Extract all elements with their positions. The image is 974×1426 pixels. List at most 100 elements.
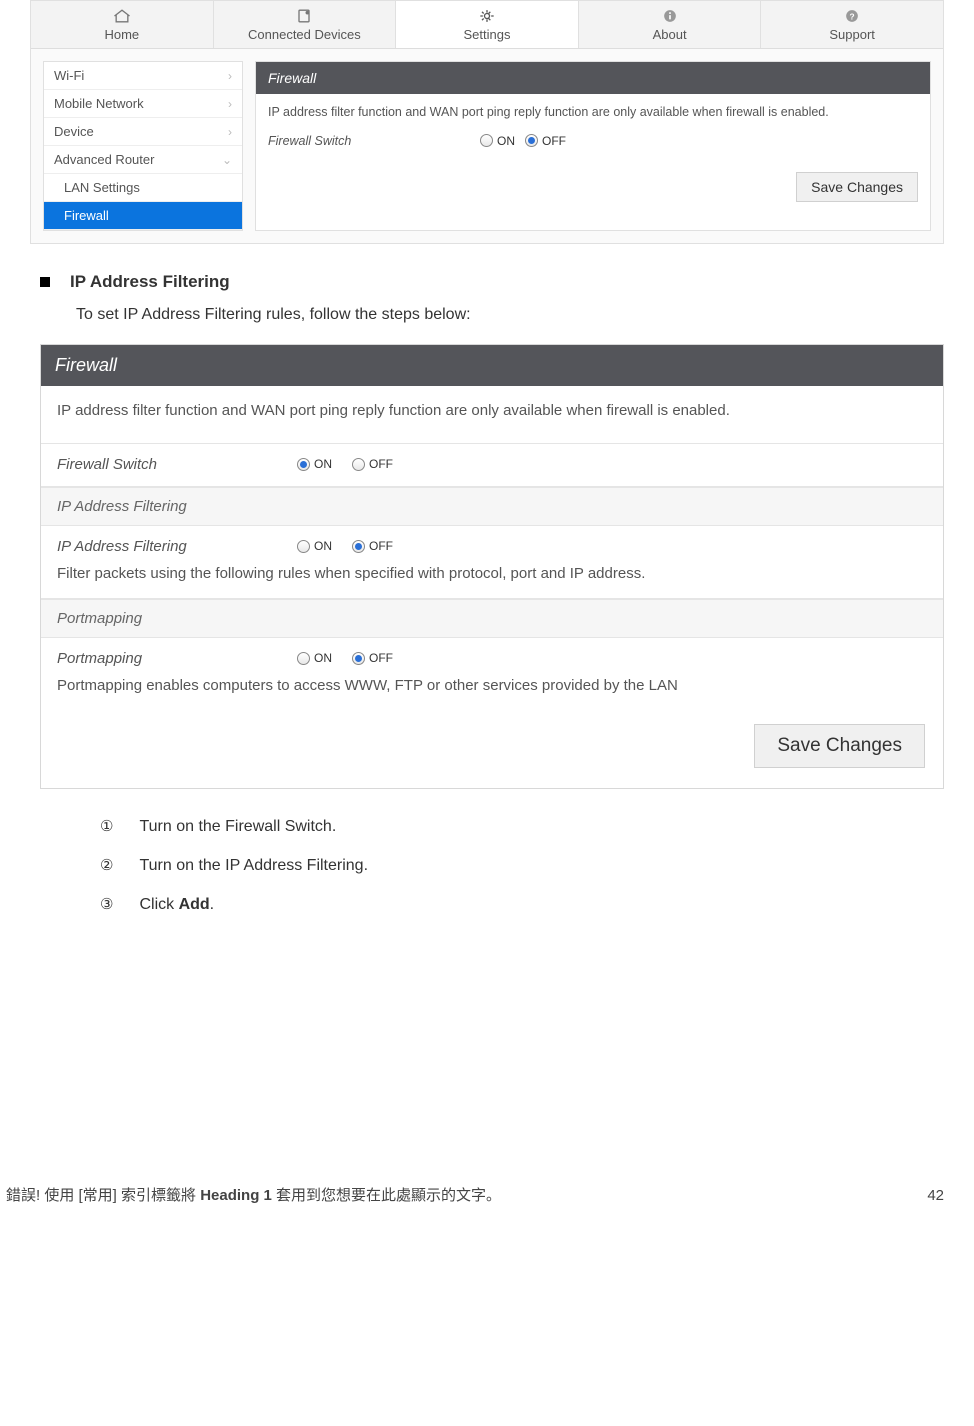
sidebar-label: Wi-Fi <box>54 68 84 83</box>
ip-filtering-off[interactable]: OFF <box>352 539 393 553</box>
footer-heading1-text: Heading 1 <box>200 1187 272 1204</box>
firewall-switch-label: Firewall Switch <box>268 134 468 148</box>
chevron-right-icon: › <box>228 97 232 111</box>
step-text: Turn on the IP Address Filtering. <box>139 857 368 875</box>
step-3: ③ Click Add. <box>100 895 944 914</box>
tab-label: Settings <box>463 27 510 42</box>
tab-about[interactable]: About <box>579 1 762 48</box>
tab-support[interactable]: ? Support <box>761 1 943 48</box>
radio-icon <box>297 652 310 665</box>
info-icon <box>579 7 761 25</box>
sidebar-item-advanced-router[interactable]: Advanced Router ⌄ <box>44 146 242 174</box>
top-tabs: Home Connected Devices Settings About ? … <box>31 1 943 49</box>
sidebar-label: LAN Settings <box>64 180 140 195</box>
radio-label: OFF <box>369 539 393 553</box>
ip-filtering-on[interactable]: ON <box>297 539 332 553</box>
radio-icon <box>297 540 310 553</box>
sidebar-item-firewall[interactable]: Firewall <box>44 202 242 230</box>
router-body: Wi-Fi › Mobile Network › Device › Advanc… <box>31 49 943 243</box>
step-text-bold: Add <box>179 896 210 913</box>
radio-icon <box>297 458 310 471</box>
radio-label: ON <box>314 539 332 553</box>
section-heading-row: IP Address Filtering <box>40 272 944 292</box>
radio-icon <box>525 134 538 147</box>
radio-label: ON <box>314 651 332 665</box>
gear-icon <box>396 7 578 25</box>
panel-top-section: IP address filter function and WAN port … <box>41 386 943 444</box>
page-footer: 錯誤! 使用 [常用] 索引標籤將 Heading 1 套用到您想要在此處顯示的… <box>0 1184 974 1215</box>
sidebar-label: Firewall <box>64 208 109 223</box>
portmapping-off[interactable]: OFF <box>352 651 393 665</box>
devices-icon <box>214 7 396 25</box>
sidebar-label: Advanced Router <box>54 152 154 167</box>
tab-label: Home <box>104 27 139 42</box>
radio-label: OFF <box>542 134 566 148</box>
radio-icon <box>352 458 365 471</box>
radio-label: ON <box>497 134 515 148</box>
chevron-right-icon: › <box>228 125 232 139</box>
tab-home[interactable]: Home <box>31 1 214 48</box>
portmapping-note: Portmapping enables computers to access … <box>41 671 943 710</box>
footer-text-part: 錯誤! 使用 [常用] 索引標籤將 <box>6 1187 200 1204</box>
ip-filtering-note: Filter packets using the following rules… <box>41 559 943 599</box>
step-2: ② Turn on the IP Address Filtering. <box>100 856 944 875</box>
save-changes-button[interactable]: Save Changes <box>796 172 918 202</box>
step-text: Click Add. <box>139 896 214 914</box>
section-intro-text: To set IP Address Filtering rules, follo… <box>76 306 944 324</box>
radio-label: OFF <box>369 651 393 665</box>
step-text-part: . <box>210 896 214 913</box>
doc-section: IP Address Filtering To set IP Address F… <box>40 272 944 324</box>
chevron-right-icon: › <box>228 69 232 83</box>
tab-label: Support <box>829 27 875 42</box>
page-number: 42 <box>927 1187 944 1204</box>
tab-label: About <box>653 27 687 42</box>
firewall-switch-row: Firewall Switch ON OFF <box>268 134 918 148</box>
sidebar-item-mobile-network[interactable]: Mobile Network › <box>44 90 242 118</box>
steps-list: ① Turn on the Firewall Switch. ② Turn on… <box>100 817 944 914</box>
firewall-switch-label: Firewall Switch <box>57 456 297 473</box>
radio-icon <box>352 652 365 665</box>
step-number: ③ <box>100 895 113 913</box>
chevron-down-icon: ⌄ <box>222 153 232 167</box>
ip-filtering-row: IP Address Filtering ON OFF <box>41 526 943 559</box>
portmapping-row: Portmapping ON OFF <box>41 638 943 671</box>
panel-title: Firewall <box>256 62 930 94</box>
sidebar-label: Mobile Network <box>54 96 144 111</box>
svg-text:?: ? <box>850 11 855 21</box>
tab-label: Connected Devices <box>248 27 361 42</box>
radio-label: ON <box>314 457 332 471</box>
firewall-switch-row: Firewall Switch ON OFF <box>41 444 943 477</box>
save-changes-button[interactable]: Save Changes <box>754 724 925 768</box>
firewall-panel-large: Firewall IP address filter function and … <box>40 344 944 789</box>
step-number: ① <box>100 817 113 835</box>
firewall-switch-off[interactable]: OFF <box>352 457 393 471</box>
section-heading: IP Address Filtering <box>70 272 230 292</box>
firewall-switch-on[interactable]: ON <box>480 134 515 148</box>
home-icon <box>31 7 213 25</box>
portmapping-label: Portmapping <box>57 650 297 667</box>
panel-description: IP address filter function and WAN port … <box>57 400 927 423</box>
question-icon: ? <box>761 7 943 25</box>
radio-icon <box>352 540 365 553</box>
portmapping-on[interactable]: ON <box>297 651 332 665</box>
tab-settings[interactable]: Settings <box>396 1 579 48</box>
footer-error-text: 錯誤! 使用 [常用] 索引標籤將 Heading 1 套用到您想要在此處顯示的… <box>6 1184 501 1205</box>
ip-filtering-subheader: IP Address Filtering <box>41 487 943 526</box>
step-1: ① Turn on the Firewall Switch. <box>100 817 944 836</box>
firewall-switch-off[interactable]: OFF <box>525 134 566 148</box>
sidebar-item-lan-settings[interactable]: LAN Settings <box>44 174 242 202</box>
portmapping-subheader: Portmapping <box>41 599 943 638</box>
sidebar-item-wifi[interactable]: Wi-Fi › <box>44 62 242 90</box>
panel-description: IP address filter function and WAN port … <box>268 104 918 122</box>
firewall-switch-on[interactable]: ON <box>297 457 332 471</box>
step-text: Turn on the Firewall Switch. <box>139 818 336 836</box>
tab-connected-devices[interactable]: Connected Devices <box>214 1 397 48</box>
router-admin-top-screenshot: Home Connected Devices Settings About ? … <box>30 0 944 244</box>
footer-text-part: 套用到您想要在此處顯示的文字。 <box>272 1187 501 1204</box>
sidebar-label: Device <box>54 124 94 139</box>
sidebar-item-device[interactable]: Device › <box>44 118 242 146</box>
square-bullet-icon <box>40 277 50 287</box>
ip-filtering-label: IP Address Filtering <box>57 538 297 555</box>
radio-icon <box>480 134 493 147</box>
panel-title: Firewall <box>41 345 943 386</box>
